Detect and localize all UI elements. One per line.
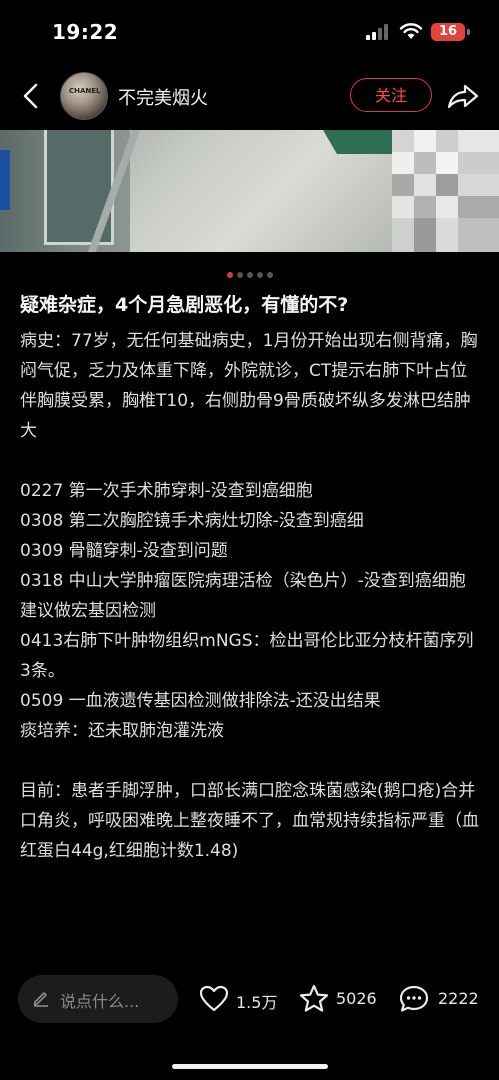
current-status-paragraph: 目前：患者手脚浮肿，口部长满口腔念珠菌感染(鹅口疮)合并口角炎，呼吸困难晚上整夜… [20,781,479,861]
pager-dot [256,272,263,278]
back-arrow-icon[interactable] [20,82,42,110]
comment-placeholder: 说点什么... [60,992,140,1011]
home-indicator[interactable] [172,1064,328,1069]
star-icon [299,984,329,1012]
post-body: 病史：77岁，无任何基础病史，1月份开始出现右侧背痛，胸闷气促，乏力及体重下降，… [20,326,482,866]
like-button[interactable]: 1.5万 [198,983,288,1015]
post-image[interactable] [0,130,499,252]
status-time: 19:22 [52,20,119,44]
favorite-button[interactable]: 5026 [298,983,388,1015]
pencil-icon [33,992,48,1007]
timeline-item: 0509 一血液遗传基因检测做排除法-还没出结果 [20,691,381,711]
pager-dot [266,272,273,278]
pager-dot [236,272,243,278]
battery-tip [467,29,470,35]
post-title: 疑难杂症，4个月急剧恶化，有懂的不? [20,294,349,316]
post-header: CHANEL 不完美烟火 关注 [0,62,499,130]
timeline-item: 0227 第一次手术肺穿刺-没查到癌细胞 [20,481,313,501]
share-icon[interactable] [446,82,480,110]
timeline-item: 0308 第二次胸腔镜手术病灶切除-没查到癌细 [20,511,364,531]
heart-icon [199,985,229,1012]
avatar-logo-text: CHANEL [69,87,101,95]
comment-count: 2222 [438,989,479,1008]
author-name[interactable]: 不完美烟火 [118,84,208,110]
timeline-item: 0413右肺下叶肿物组织mNGS：检出哥伦比亚分枝杆菌序列3条。 [20,631,474,681]
comment-button[interactable]: 2222 [398,983,488,1015]
follow-button[interactable]: 关注 [350,78,432,112]
status-bar: 19:22 16 [0,0,499,62]
cellular-signal-icon [366,24,388,40]
wifi-icon [399,23,423,39]
battery-icon: 16 [431,23,465,41]
avatar[interactable]: CHANEL [60,72,108,120]
timeline-item: 0309 骨髓穿刺-没查到问题 [20,541,228,561]
timeline-item: 痰培养：还未取肺泡灌洗液 [20,721,224,741]
timeline-item: 0318 中山大学肿瘤医院病理活检（染色片）-没查到癌细胞 建议做宏基因检测 [20,571,466,621]
bottom-action-bar: 说点什么... 1.5万 5026 2222 [0,975,499,1031]
pager-dot [226,272,233,278]
pager-dot [246,272,253,278]
comment-bubble-icon [399,985,429,1012]
like-count: 1.5万 [236,993,278,1012]
image-pager-dots [0,263,499,282]
comment-input[interactable]: 说点什么... [18,975,178,1023]
photo-sign [0,150,10,210]
history-paragraph: 病史：77岁，无任何基础病史，1月份开始出现右侧背痛，胸闷气促，乏力及体重下降，… [20,331,478,441]
favorite-count: 5026 [336,989,377,1008]
